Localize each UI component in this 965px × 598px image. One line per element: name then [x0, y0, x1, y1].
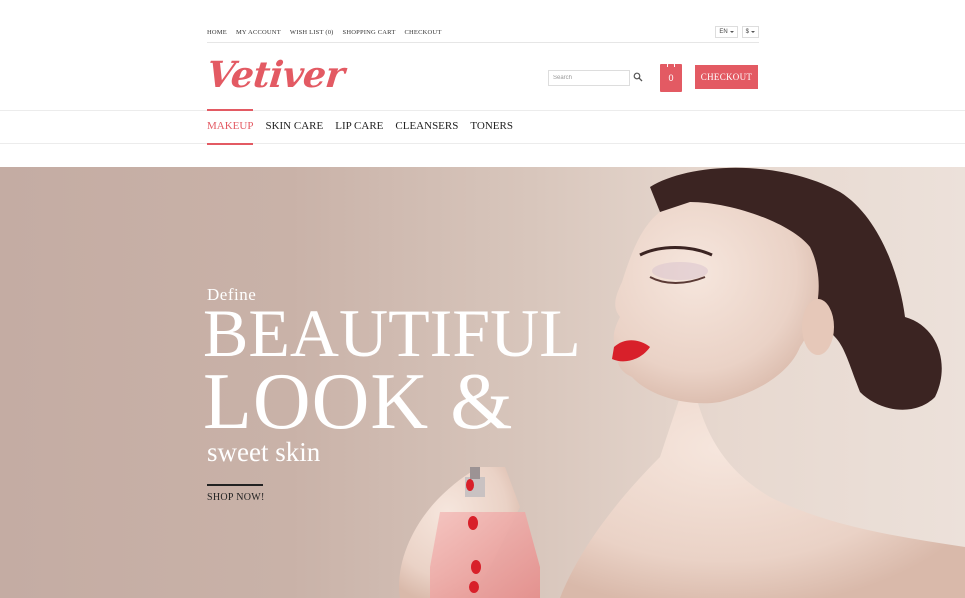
hero-headline-line1: BEAUTIFUL — [203, 295, 581, 371]
shopping-bag-icon — [667, 61, 675, 67]
chevron-down-icon — [751, 31, 755, 33]
chevron-down-icon — [729, 31, 734, 33]
hero-headline-line2: LOOK & — [203, 358, 514, 446]
hero-divider — [207, 484, 263, 486]
shop-now-link[interactable]: SHOP NOW! — [207, 492, 265, 503]
cart-button[interactable]: 0 — [660, 61, 682, 92]
top-link-shopping-cart[interactable]: SHOPPING CART — [343, 29, 396, 36]
top-link-wish-list[interactable]: WISH LIST (0) — [290, 29, 334, 36]
top-link-home[interactable]: HOME — [207, 29, 227, 36]
hero-banner: Define BEAUTIFUL LOOK & sweet skin SHOP … — [0, 167, 965, 598]
currency-value: $ — [745, 29, 749, 35]
top-links: HOME MY ACCOUNT WISH LIST (0) SHOPPING C… — [207, 29, 442, 36]
search-input[interactable] — [548, 70, 630, 86]
nav-item-lip-care[interactable]: LIP CARE — [335, 110, 383, 144]
nav-item-makeup[interactable]: MAKEUP — [207, 109, 254, 145]
site-logo[interactable]: Vetiver — [205, 54, 347, 96]
nav-item-toners[interactable]: TONERS — [470, 110, 513, 144]
language-value: EN — [719, 29, 728, 35]
nav-item-skin-care[interactable]: SKIN CARE — [265, 110, 323, 144]
locale-controls: EN $ — [715, 26, 759, 38]
language-select[interactable]: EN — [715, 26, 738, 38]
currency-select[interactable]: $ — [741, 26, 759, 38]
hero-headline-line3: sweet skin — [207, 437, 321, 467]
top-link-checkout[interactable]: CHECKOUT — [405, 29, 442, 36]
header-divider — [207, 42, 759, 43]
nav-shadow — [207, 144, 759, 152]
checkout-button[interactable]: CHECKOUT — [695, 65, 758, 89]
cart-count: 0 — [668, 73, 674, 83]
search-icon[interactable] — [633, 72, 643, 82]
nav-item-cleansers[interactable]: CLEANSERS — [395, 110, 458, 144]
main-nav: MAKEUP SKIN CARE LIP CARE CLEANSERS TONE… — [207, 109, 513, 145]
top-link-my-account[interactable]: MY ACCOUNT — [236, 29, 281, 36]
top-utility-bar: HOME MY ACCOUNT WISH LIST (0) SHOPPING C… — [207, 22, 759, 42]
